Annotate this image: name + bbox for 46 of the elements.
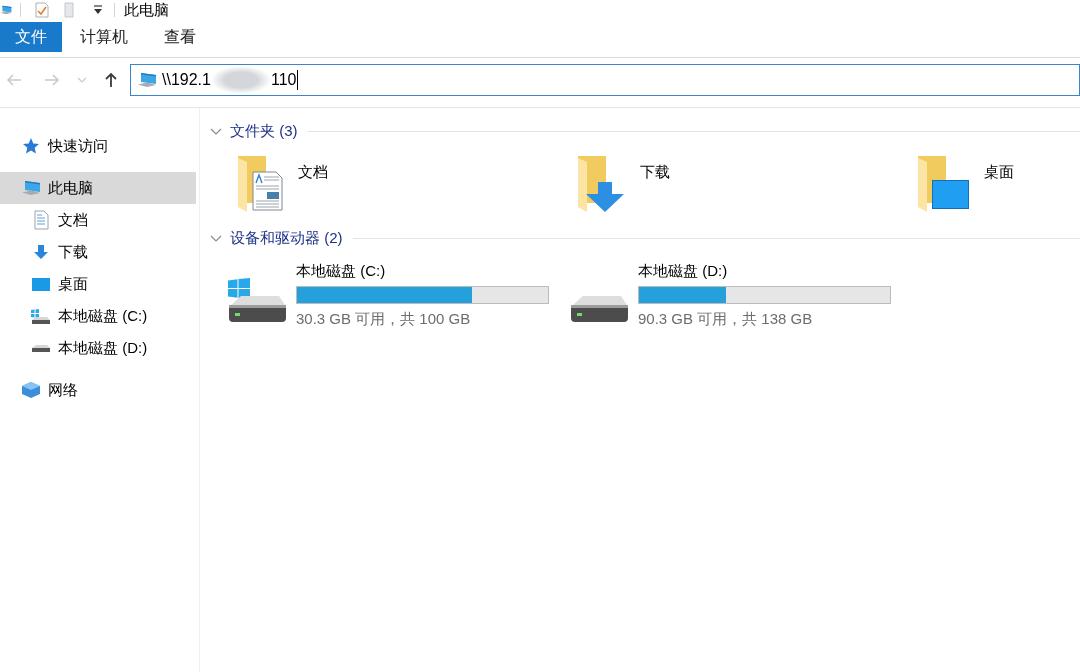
- sidebar-item[interactable]: 本地磁盘 (D:): [0, 332, 196, 364]
- document-icon: [33, 210, 49, 230]
- drive-icon: [31, 308, 51, 324]
- sidebar-item[interactable]: 本地磁盘 (C:): [0, 300, 196, 332]
- window-title: 此电脑: [124, 1, 169, 19]
- group-header[interactable]: 文件夹 (3): [210, 121, 298, 141]
- free-space-text: 90.3 GB 可用，共 138 GB: [638, 310, 813, 328]
- free-space-text: 30.3 GB 可用，共 100 GB: [296, 310, 471, 328]
- chevron-down-icon: [77, 77, 87, 83]
- network-icon: [21, 381, 41, 399]
- computer-icon: [137, 72, 157, 88]
- group-header[interactable]: 设备和驱动器 (2): [210, 228, 343, 248]
- drive-icon: [228, 278, 286, 322]
- chevron-down-icon: [210, 127, 222, 135]
- folder-download-icon: [576, 156, 626, 212]
- sidebar-item[interactable]: 网络: [0, 374, 196, 406]
- drive-icon: [31, 344, 51, 352]
- right-arrow-icon: [44, 73, 60, 87]
- sidebar-item[interactable]: 下载: [0, 236, 196, 268]
- file-menu-tab[interactable]: 文件: [0, 22, 62, 52]
- star-icon: [22, 137, 40, 155]
- folder-item[interactable]: 桌面: [908, 156, 1014, 212]
- ribbon-tab[interactable]: 计算机: [62, 22, 146, 52]
- sidebar-item[interactable]: 桌面: [0, 268, 196, 300]
- address-field[interactable]: \\192.1 110: [130, 64, 1080, 96]
- left-arrow-icon: [6, 73, 22, 87]
- sidebar-item[interactable]: 快速访问: [0, 130, 196, 162]
- check-document-icon[interactable]: [35, 2, 49, 18]
- caret-down-icon[interactable]: [93, 5, 103, 15]
- computer-icon: [21, 180, 41, 196]
- text-cursor: [297, 70, 299, 90]
- folder-item[interactable]: 下载: [568, 156, 670, 212]
- folder-item[interactable]: 文档: [228, 156, 328, 212]
- drive-name: 本地磁盘 (C:): [296, 262, 386, 280]
- sidebar-item[interactable]: 文档: [0, 204, 196, 236]
- drive-icon: [570, 296, 628, 322]
- desktop-icon: [32, 277, 50, 291]
- chevron-down-icon: [210, 234, 222, 242]
- ribbon-tab[interactable]: 查看: [146, 22, 214, 52]
- computer-icon[interactable]: [0, 5, 12, 15]
- drive-name: 本地磁盘 (D:): [638, 262, 728, 280]
- up-arrow-icon: [104, 72, 118, 88]
- down-arrow-icon: [33, 244, 49, 260]
- folder-document-icon: [236, 156, 284, 212]
- folder-desktop-icon: [916, 156, 970, 212]
- sidebar-item[interactable]: 此电脑: [0, 172, 196, 204]
